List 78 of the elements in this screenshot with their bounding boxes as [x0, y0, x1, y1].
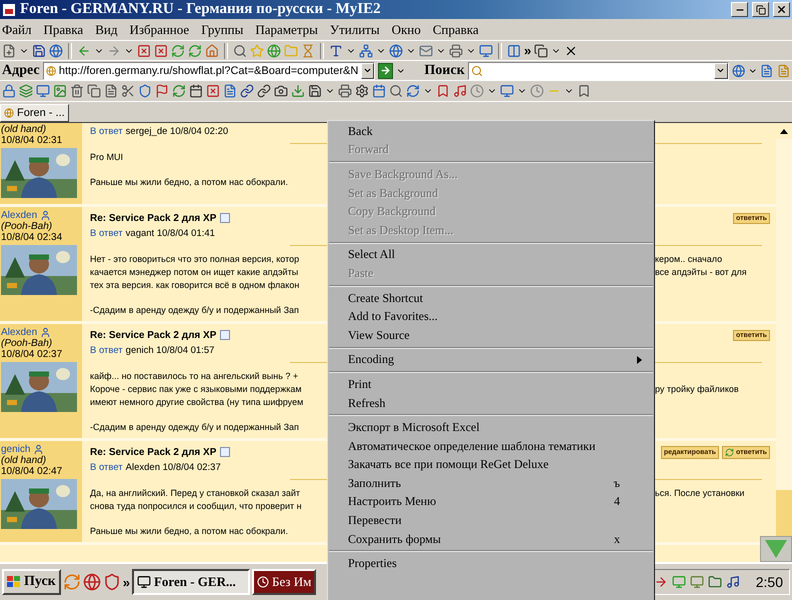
shortcut-key: ъ	[614, 476, 620, 491]
context-menu-item[interactable]: Properties	[328, 554, 654, 574]
overflow-chevron[interactable]: »	[524, 43, 532, 58]
post-title: Re: Service Pack 2 для XP	[90, 330, 216, 340]
address-field[interactable]: http://foren.germany.ru/showflat.pl?Cat=&Board=computer&N	[42, 62, 375, 80]
post-text: имеют немного другие свойства (ну типа шифруем	[90, 396, 304, 406]
shortcut-key: 4	[614, 494, 620, 510]
context-menu-item[interactable]: Create Shortcut	[328, 288, 654, 308]
author-link[interactable]: Alexden	[1, 210, 38, 221]
post-text: ься. После установки	[655, 488, 746, 498]
menu-item[interactable]: Группы	[201, 22, 250, 38]
start-button[interactable]: Пуск	[2, 569, 61, 595]
post-text: тех эта версия. как говорится всё в одном флакон	[90, 280, 300, 290]
context-menu-item[interactable]: Настроить Меню 4	[328, 492, 654, 512]
post-text: Нет - это говориться что это полная версия, котор	[90, 254, 300, 264]
reply-link[interactable]: В ответ	[90, 126, 123, 136]
context-menu-item[interactable]: Автоматическое определение шаблона тематики	[328, 436, 654, 456]
post-text: Pro MUI	[90, 152, 124, 162]
context-menu-item[interactable]: Encoding	[328, 350, 654, 370]
context-menu-item[interactable]: Экспорт в Microsoft Excel	[328, 418, 654, 437]
post-date: 10/8/04 02:34	[1, 232, 64, 243]
clock: 2:50	[756, 574, 783, 590]
post-date: 10/8/04 02:37	[1, 349, 64, 360]
overflow-chevron[interactable]: »	[122, 574, 130, 590]
browser-tab[interactable]: Foren - ...	[0, 104, 69, 122]
task-button[interactable]: Без Им	[252, 569, 316, 595]
author-link[interactable]: Alexden	[1, 327, 38, 338]
menu-item[interactable]: Окно	[392, 22, 427, 38]
menu-item[interactable]: Параметры	[255, 22, 324, 38]
reply-info: Alexden 10/8/04 02:37	[126, 462, 221, 472]
post-text: Раньше мы жили бедно, а потом нас обокрали.	[90, 176, 289, 186]
user-rank: (old hand)	[1, 455, 48, 466]
post-text: Короче - сервис пак уже с языковыми поддержкам	[90, 384, 303, 394]
post-text: кером.. сначало	[655, 254, 724, 264]
menu-item[interactable]: Вид	[95, 22, 124, 38]
menu-item[interactable]: Правка	[44, 22, 90, 38]
context-menu-item[interactable]: Select All	[328, 246, 654, 264]
context-menu-item[interactable]: View Source	[328, 326, 654, 345]
context-menu-item[interactable]: Back	[328, 122, 654, 141]
post-text: качается мэнеджер потом он ищет какие апдэйты	[90, 266, 300, 276]
window-title: Foren - GERMANY.RU - Германия по-русски - MyIE2	[20, 1, 382, 18]
reply-link[interactable]: В ответ	[90, 344, 123, 356]
menu-item[interactable]: Файл	[2, 22, 38, 38]
context-menu-item[interactable]: Add to Favorites...	[328, 307, 654, 326]
shortcut-key: x	[614, 532, 620, 547]
author-link[interactable]: genich	[1, 444, 30, 455]
post-text: -Сдадим в аренду одежду б/у и подержанный Зап	[90, 422, 300, 432]
post-title: Re: Service Pack 2 для XP	[90, 446, 216, 458]
post-text: кайф... но поставилось то на ангельский вынь ? +	[90, 370, 300, 380]
context-menu-item[interactable]: Сохранить формы x	[328, 530, 654, 548]
post-text: все апдэйты - вот для	[655, 266, 748, 276]
post-text: Раньше мы жили бедно, а потом нас обокрали.	[90, 526, 289, 536]
context-menu-item[interactable]: Refresh	[328, 394, 654, 412]
menu-item[interactable]: Утилиты	[330, 22, 386, 38]
context-menu-item[interactable]: Заполнить ъ	[328, 474, 654, 493]
reply-link[interactable]: В ответ	[90, 228, 123, 238]
search-label: Поиск	[424, 62, 465, 78]
context-menu-item[interactable]: Закачать все при помощи ReGet Deluxe	[328, 456, 654, 474]
user-rank: (old hand)	[1, 124, 48, 135]
user-rank: (Pooh-Bah)	[1, 221, 54, 232]
post-date: 10/8/04 02:47	[1, 466, 64, 477]
address-label: Адрес	[2, 62, 40, 78]
context-menu-item[interactable]: Перевести	[328, 511, 654, 530]
reply-info: vagant 10/8/04 01:41	[126, 228, 215, 238]
post-text: -Сдадим в аренду одежду б/у и подержанный Зап	[90, 304, 300, 314]
user-rank: (Pooh-Bah)	[1, 338, 54, 349]
menu-item[interactable]: Справка	[432, 22, 485, 38]
reply-info: sergej_de 10/8/04 02:20	[126, 126, 228, 136]
post-text: снова туда попросился и сообщил, что проверит н	[90, 500, 303, 510]
post-date: 10/8/04 02:31	[1, 135, 64, 146]
reply-info: genich 10/8/04 01:57	[126, 344, 214, 356]
menu-item[interactable]: Избранное	[129, 22, 196, 38]
task-button[interactable]: Foren - GER...	[132, 569, 250, 595]
post-text: ру тройку файликов	[655, 384, 740, 394]
post-title: Re: Service Pack 2 для XP	[90, 212, 216, 224]
post-text: Да, на английский. Перед у становкой сказал зайт	[90, 488, 302, 498]
reply-link[interactable]: В ответ	[90, 462, 123, 472]
context-menu-item[interactable]: Print	[328, 375, 654, 394]
